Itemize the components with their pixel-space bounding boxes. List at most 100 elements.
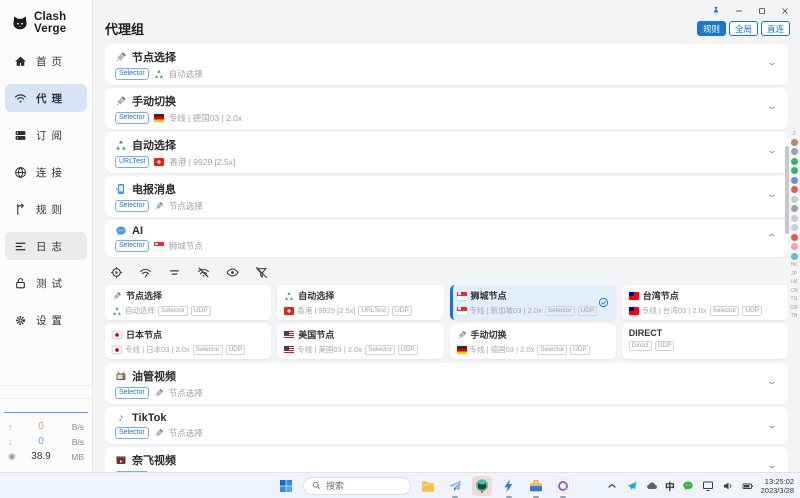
- quicknav-item[interactable]: LM: [791, 279, 798, 285]
- quicknav-item[interactable]: [791, 253, 798, 260]
- group-row-ai[interactable]: AI Selector狮城节点 ⌄: [105, 220, 788, 257]
- quicknav-item[interactable]: [791, 148, 798, 155]
- download-unit: B/s: [62, 437, 84, 447]
- tray-battery-icon[interactable]: [741, 479, 755, 493]
- visibility-icon[interactable]: [225, 265, 239, 279]
- mode-global-button[interactable]: 全局: [729, 21, 758, 36]
- sidebar-item-label: 首页: [36, 54, 67, 69]
- quicknav-item[interactable]: ♪: [792, 130, 796, 136]
- taskbar-search[interactable]: 搜索: [303, 477, 411, 495]
- maximize-icon[interactable]: [755, 5, 769, 16]
- group-row-auto-select[interactable]: 自动选择 URLTest香港 | 9929 [2.5x] ⌄: [105, 132, 788, 173]
- chevron-down-icon[interactable]: ⌄: [766, 420, 778, 431]
- node-name: 节点选择: [126, 289, 162, 302]
- upload-unit: B/s: [62, 422, 84, 432]
- purple-app-icon[interactable]: [553, 476, 573, 496]
- chevron-down-icon[interactable]: ⌄: [766, 57, 778, 68]
- group-type-badge: Selector: [115, 68, 149, 80]
- filter-off-icon[interactable]: [254, 265, 268, 279]
- minimize-icon[interactable]: [732, 5, 746, 16]
- search-icon: [312, 481, 321, 490]
- quicknav-item[interactable]: [791, 196, 798, 203]
- chevron-up-icon[interactable]: ⌄: [766, 231, 778, 242]
- quicknav-item[interactable]: HK: [791, 262, 798, 268]
- sidebar-item-proxies[interactable]: 代理: [5, 84, 87, 112]
- chevron-down-icon[interactable]: ⌄: [766, 189, 778, 200]
- chat-icon: [115, 225, 127, 237]
- node-card-direct[interactable]: DIRECT DirectUDP: [622, 324, 788, 359]
- quicknav-item[interactable]: [791, 158, 798, 165]
- node-card-taiwan[interactable]: 台湾节点 专线 | 台湾03 | 2.0xSelectorUDP: [622, 285, 788, 320]
- quicknav-item[interactable]: [791, 215, 798, 222]
- chevron-down-icon[interactable]: ⌄: [766, 376, 778, 387]
- node-card-manual-switch[interactable]: 手动切换 专线 | 德国03 | 2.0xSelectorUDP: [450, 324, 616, 359]
- pin-icon[interactable]: [709, 5, 723, 16]
- close-icon[interactable]: [778, 5, 792, 16]
- node-card-auto-select[interactable]: 自动选择 香港 | 9929 [2.5x]URLTestUDP: [277, 285, 443, 320]
- mode-direct-button[interactable]: 直连: [761, 21, 790, 36]
- tray-chevron-up-icon[interactable]: [605, 479, 619, 493]
- quicknav-item[interactable]: GB: [790, 305, 797, 311]
- quicknav-item[interactable]: TG: [791, 296, 798, 302]
- sidebar-item-test[interactable]: 测试: [5, 269, 87, 297]
- group-row-node-select[interactable]: 节点选择 Selector自动选择 ⌄: [105, 44, 788, 85]
- group-row-telegram[interactable]: 电报消息 Selector节点选择 ⌄: [105, 176, 788, 217]
- network-check-icon[interactable]: [138, 265, 152, 279]
- tray-monitor-icon[interactable]: [701, 479, 715, 493]
- quicknav-item[interactable]: [791, 167, 798, 174]
- lightning-app-icon[interactable]: [499, 476, 519, 496]
- japan-flag-icon: [112, 345, 122, 355]
- group-type-badge: Selector: [115, 112, 149, 124]
- ime-indicator[interactable]: 中: [665, 479, 675, 493]
- quicknav-item[interactable]: [791, 186, 798, 193]
- group-row-youtube[interactable]: 油管视频 Selector节点选择 ⌄: [105, 363, 788, 404]
- file-explorer-icon[interactable]: [418, 476, 438, 496]
- node-card-japan[interactable]: 日本节点 专线 | 日本03 | 2.0xSelectorUDP: [105, 324, 271, 359]
- sidebar-item-home[interactable]: 首页: [5, 47, 87, 75]
- group-type-badge: Selector: [115, 240, 149, 252]
- tray-telegram-icon[interactable]: [625, 479, 639, 493]
- group-row-manual-switch[interactable]: 手动切换 Selector专线 | 德国03 | 2.0x ⌄: [105, 88, 788, 129]
- sidebar-item-connections[interactable]: 连接: [5, 158, 87, 186]
- group-row-netflix[interactable]: 奈飞视频 Selector节点选择 ⌄: [105, 447, 788, 472]
- locate-current-node-icon[interactable]: [109, 265, 123, 279]
- quicknav-item[interactable]: TB: [791, 313, 797, 319]
- group-row-tiktok[interactable]: ♪TikTok Selector节点选择 ⌄: [105, 407, 788, 444]
- start-button[interactable]: [276, 476, 296, 496]
- telegram-icon[interactable]: [445, 476, 465, 496]
- sidebar-item-profiles[interactable]: 订阅: [5, 121, 87, 149]
- quicknav-item[interactable]: [791, 224, 798, 231]
- node-card-singapore-selected[interactable]: 狮城节点 专线 | 新加坡03 | 2.0xSelectorUDP: [450, 285, 616, 320]
- proxy-mode-switch: 规则 全局 直连: [697, 21, 790, 36]
- sidebar-item-settings[interactable]: 设置: [5, 306, 87, 334]
- chevron-down-icon[interactable]: ⌄: [766, 460, 778, 471]
- chevron-down-icon[interactable]: ⌄: [766, 101, 778, 112]
- quicknav-item[interactable]: [791, 205, 798, 212]
- sidebar-item-logs[interactable]: 日志: [5, 232, 87, 260]
- clock-date: 2023/3/28: [761, 486, 794, 495]
- taskbar-clock[interactable]: 13:25:02 2023/3/28: [761, 477, 796, 495]
- node-card-node-select[interactable]: 节点选择 自动选择SelectorUDP: [105, 285, 271, 320]
- home-icon: [14, 55, 27, 68]
- tray-volume-icon[interactable]: [721, 479, 735, 493]
- node-card-usa[interactable]: 美国节点 专线 | 美国03 | 2.0xSelectorUDP: [277, 324, 443, 359]
- chevron-down-icon[interactable]: ⌄: [766, 145, 778, 156]
- clash-verge-taskbar-icon[interactable]: [472, 476, 492, 496]
- quicknav-item[interactable]: CN: [790, 288, 797, 294]
- memory-value: 38.9: [20, 451, 62, 462]
- delay-hide-icon[interactable]: [196, 265, 210, 279]
- group-name: 电报消息: [132, 181, 176, 197]
- sidebar-item-rules[interactable]: 规则: [5, 195, 87, 223]
- quicknav-item[interactable]: [791, 243, 798, 250]
- tray-cloud-icon[interactable]: [645, 479, 659, 493]
- quicknav-item[interactable]: JP: [791, 271, 797, 277]
- quicknav-item[interactable]: [791, 177, 798, 184]
- mode-rule-button[interactable]: 规则: [697, 21, 726, 36]
- japan-flag-icon: [112, 330, 122, 340]
- briefcase-app-icon[interactable]: [526, 476, 546, 496]
- tray-wechat-icon[interactable]: [681, 479, 695, 493]
- sort-icon[interactable]: [167, 265, 181, 279]
- sidebar-item-label: 代理: [36, 91, 67, 106]
- quicknav-item[interactable]: [791, 234, 798, 241]
- quicknav-item[interactable]: [791, 139, 798, 146]
